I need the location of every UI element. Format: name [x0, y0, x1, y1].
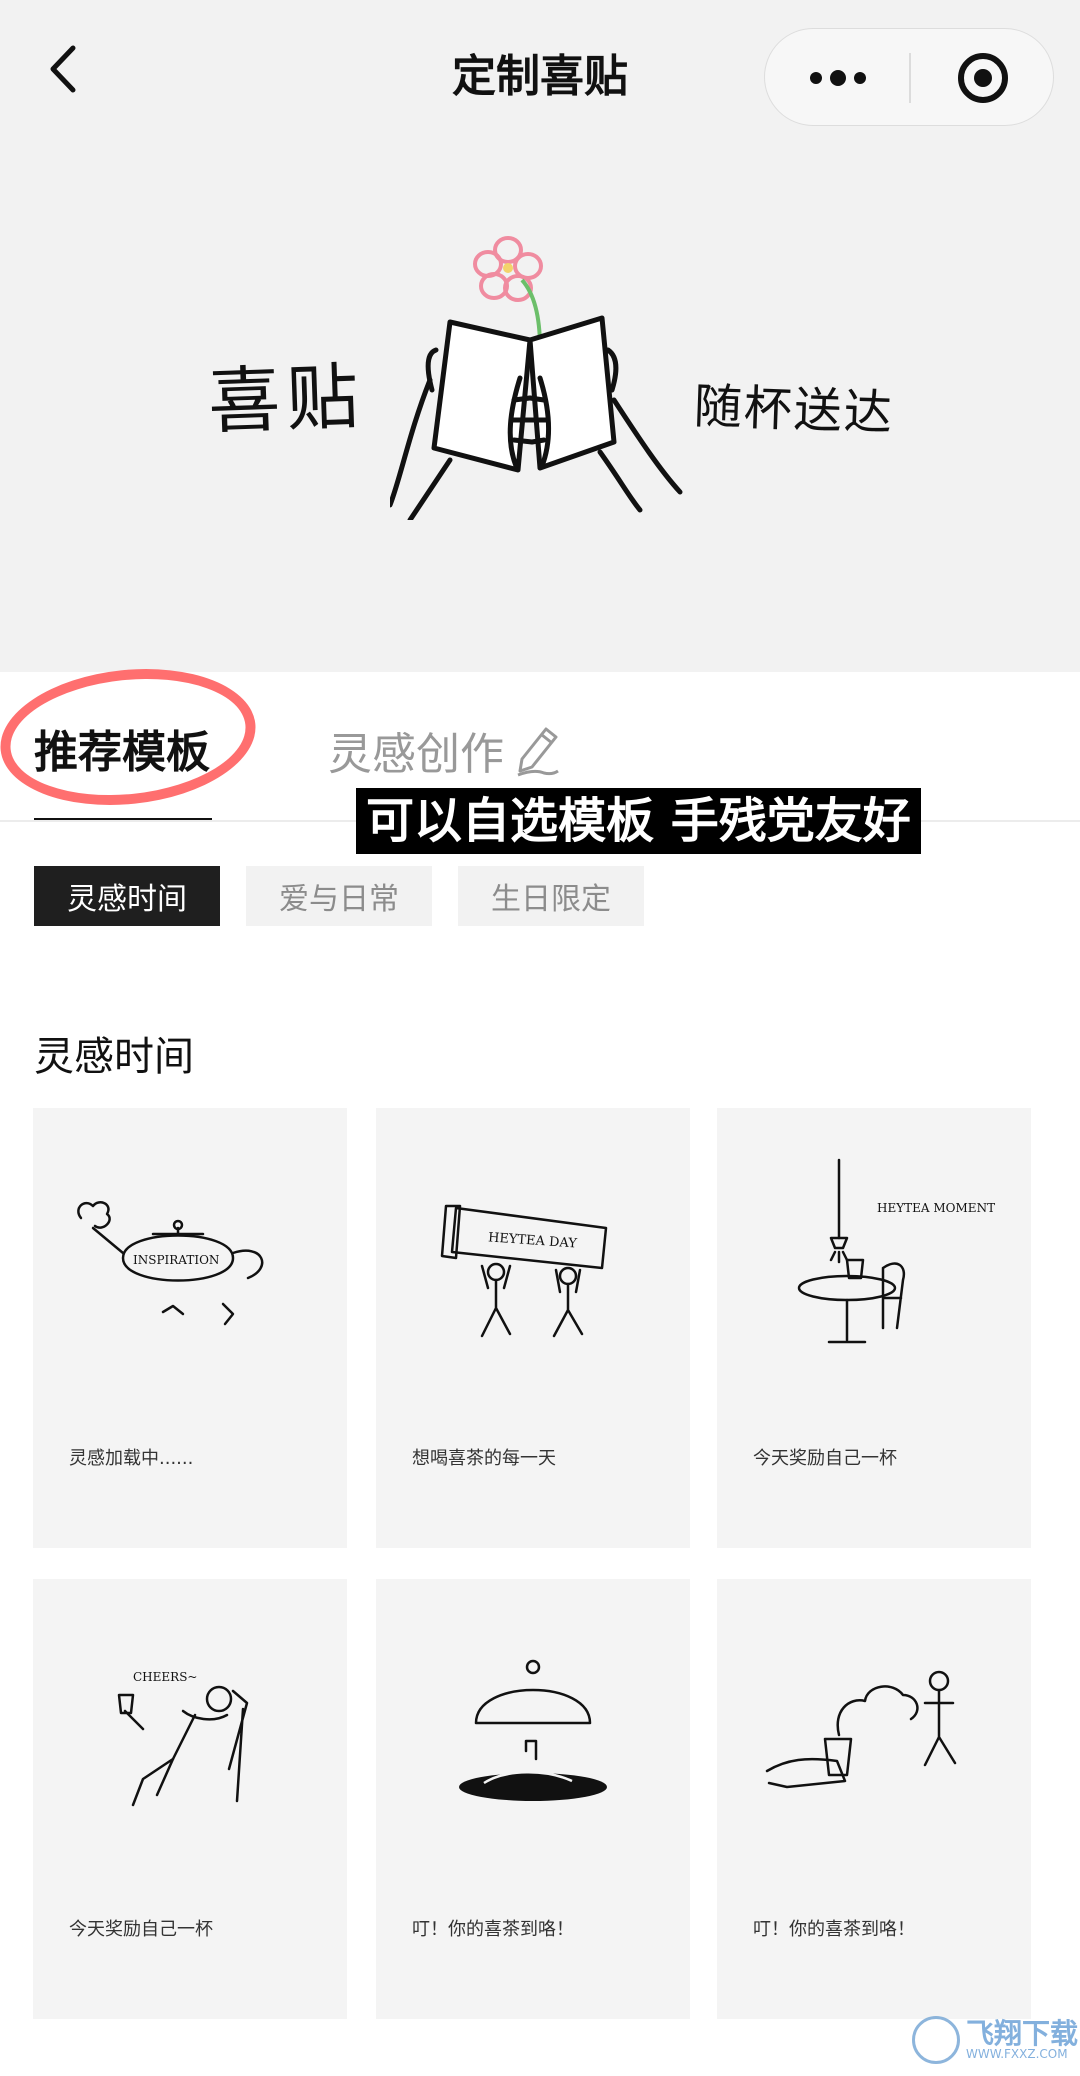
card-label: 灵感加载中......	[69, 1448, 194, 1469]
card-label: 今天奖励自己一杯	[753, 1448, 897, 1469]
teapot-illustration-icon: INSPIRATION	[77, 1201, 264, 1326]
card-label: 想喝喜茶的每一天	[412, 1448, 556, 1469]
site-watermark: 飞翔下载 WWW.FXXZ.COM	[912, 2012, 1078, 2068]
template-card-2[interactable]: HEYTEA DAY 想喝喜茶的每一天	[376, 1108, 690, 1548]
lamp-art-text: HEYTEA MOMENT	[877, 1201, 995, 1215]
target-circle-icon	[958, 53, 1008, 103]
mini-program-capsule	[764, 28, 1054, 126]
navigation-bar: 定制喜贴	[0, 0, 1080, 140]
template-card-5[interactable]: 叮！你的喜茶到咯！	[376, 1579, 690, 2019]
cloche-illustration-icon	[459, 1659, 607, 1801]
close-button[interactable]	[911, 29, 1055, 127]
hand-cup-illustration-icon	[765, 1670, 957, 1789]
lamp-table-illustration-icon: HEYTEA MOMENT	[797, 1158, 995, 1344]
chip-inspiration-time[interactable]: 灵感时间	[34, 866, 220, 926]
section-title: 灵感时间	[34, 1034, 194, 1080]
tab-inspiration[interactable]: 灵感创作	[328, 718, 562, 782]
hero-left-text: 喜贴	[206, 354, 366, 444]
lounging-man-illustration-icon: CHEERS~	[117, 1670, 249, 1807]
annotation-caption: 可以自选模板 手残党友好	[356, 788, 921, 854]
template-card-1[interactable]: INSPIRATION 灵感加载中......	[33, 1108, 347, 1548]
watermark-logo-icon	[912, 2016, 960, 2064]
tab-inspiration-label: 灵感创作	[328, 729, 504, 780]
more-button[interactable]	[765, 29, 910, 127]
cup-art-text: HEYTEA DAY	[488, 1230, 578, 1251]
pencil-icon	[517, 727, 559, 777]
chip-birthday-limited[interactable]: 生日限定	[458, 866, 644, 926]
teapot-art-text: INSPIRATION	[133, 1253, 219, 1267]
chip-love-daily[interactable]: 爱与日常	[246, 866, 432, 926]
card-label: 叮！你的喜茶到咯！	[412, 1919, 574, 1940]
template-card-4[interactable]: CHEERS~ 今天奖励自己一杯	[33, 1579, 347, 2019]
watermark-sub: WWW.FXXZ.COM	[966, 2047, 1068, 2061]
watermark-main: 飞翔下载	[966, 2017, 1079, 2050]
template-card-3[interactable]: HEYTEA MOMENT 今天奖励自己一杯	[717, 1108, 1031, 1548]
card-label: 今天奖励自己一杯	[69, 1919, 213, 1940]
hero-right-text: 随杯送达	[692, 378, 895, 442]
template-card-6[interactable]: 叮！你的喜茶到咯！	[717, 1579, 1031, 2019]
hero-illustration: 喜贴 随杯送达	[190, 230, 960, 530]
hero-banner: 定制喜贴 喜贴 随杯送达	[0, 0, 1080, 672]
cheers-art-text: CHEERS~	[133, 1670, 197, 1684]
hands-holding-card-icon	[390, 236, 683, 520]
cup-carriers-illustration-icon: HEYTEA DAY	[440, 1204, 608, 1338]
watermark-text: 飞翔下载 WWW.FXXZ.COM	[966, 2017, 1079, 2061]
card-label: 叮！你的喜茶到咯！	[753, 1919, 915, 1940]
more-dots-icon	[809, 70, 866, 86]
